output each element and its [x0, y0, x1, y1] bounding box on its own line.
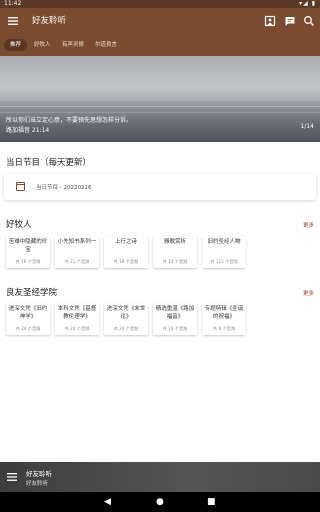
message-icon[interactable]: [283, 14, 297, 28]
album-title: 精选重温《路加福音》: [155, 306, 195, 320]
shepherd-more-link[interactable]: 更多: [303, 221, 314, 229]
album-card[interactable]: 苦难中隐藏的珍宝 共 16 个音频: [6, 236, 50, 268]
album-card[interactable]: 专题特辑《圣诞的祝福》 共 6 个音频: [202, 303, 246, 335]
status-icons: ▾◢ ▮: [299, 0, 316, 7]
album-title: 苦难中隐藏的珍宝: [8, 239, 48, 253]
album-title: 专题特辑《圣诞的祝福》: [204, 306, 244, 320]
album-title: 进深文凭《旧约神学》: [8, 306, 48, 320]
album-card[interactable]: 进深文凭《旧约神学》 共 24 个音频: [6, 303, 50, 335]
album-title: 雅歌赏析: [163, 239, 186, 245]
daily-program-label: 当日节目 - 20220216: [36, 185, 92, 191]
tab-audio-devotion[interactable]: 有声灵修: [56, 39, 90, 51]
shepherd-section-title: 好牧人: [6, 220, 32, 230]
status-bar: 11:42 ▾◢ ▮: [0, 0, 320, 8]
album-card[interactable]: 小先知书系列一 共 21 个音频: [55, 236, 99, 268]
album-title: 进深文凭《末世论》: [106, 306, 146, 320]
daily-section-title: 当日节目（每天更新）: [6, 158, 92, 168]
album-count: 共 24 个音频: [15, 326, 41, 331]
status-time: 11:42: [4, 0, 22, 7]
photo-icon[interactable]: [263, 14, 277, 28]
tab-good-words[interactable]: 尔道良言: [89, 39, 123, 51]
academy-section-title: 良友圣经学院: [6, 288, 58, 298]
album-card[interactable]: 上行之诗 共 18 个音频: [104, 236, 148, 268]
album-count: 共 18 个音频: [113, 259, 139, 264]
app-title: 好友聆听: [32, 16, 67, 26]
album-count: 共 24 个音频: [64, 326, 90, 331]
mini-player[interactable]: 好友聆听 好友聆听: [0, 462, 320, 492]
tab-good-shepherd[interactable]: 好牧人: [28, 39, 57, 51]
banner-pager: 1/14: [300, 123, 314, 130]
player-title: 好友聆听: [26, 470, 52, 478]
album-card[interactable]: 旧约圣经人物 共 112 个音频: [202, 236, 246, 268]
album-card[interactable]: 雅歌赏析 共 14 个音频: [153, 236, 197, 268]
app-bar: 好友聆听: [0, 8, 320, 34]
playlist-icon[interactable]: [6, 470, 18, 489]
album-title: 小先知书系列一: [57, 239, 97, 245]
album-count: 共 24 个音频: [162, 326, 188, 331]
daily-program-card[interactable]: 当日节目 - 20220216: [4, 174, 316, 200]
album-count: 共 24 个音频: [113, 326, 139, 331]
tab-recommend[interactable]: 推荐: [4, 39, 28, 51]
album-title: 旧约圣经人物: [207, 239, 241, 245]
player-subtitle: 好友聆听: [26, 481, 49, 487]
album-title: 上行之诗: [114, 239, 137, 245]
album-count: 共 16 个音频: [15, 259, 41, 264]
search-icon[interactable]: [302, 14, 316, 28]
calendar-icon: [16, 182, 25, 191]
hero-banner[interactable]: 所以你们当立定心意，不要预先思想怎样分诉。 路加福音 21:14 1/14: [0, 56, 320, 142]
album-count: 共 112 个音频: [210, 259, 238, 264]
album-card[interactable]: 进深文凭《末世论》 共 24 个音频: [104, 303, 148, 335]
album-title: 本科文凭《基督教伦理学》: [57, 306, 97, 320]
academy-more-link[interactable]: 更多: [303, 289, 314, 297]
banner-verse: 所以你们当立定心意，不要预先思想怎样分诉。: [6, 117, 133, 124]
album-count: 共 6 个音频: [212, 326, 236, 331]
system-nav-bar: ◀ ● ■: [0, 492, 320, 512]
banner-reference: 路加福音 21:14: [6, 127, 50, 134]
category-tabs: 推荐 好牧人 有声灵修 尔道良言: [0, 34, 320, 56]
album-count: 共 14 个音频: [162, 259, 188, 264]
album-card[interactable]: 本科文凭《基督教伦理学》 共 24 个音频: [55, 303, 99, 335]
album-card[interactable]: 精选重温《路加福音》 共 24 个音频: [153, 303, 197, 335]
recent-apps-icon[interactable]: ■: [207, 496, 216, 508]
back-icon[interactable]: ◀: [104, 496, 111, 508]
hamburger-menu-icon[interactable]: [6, 14, 20, 28]
album-count: 共 21 个音频: [64, 259, 90, 264]
home-icon[interactable]: ●: [156, 496, 164, 508]
